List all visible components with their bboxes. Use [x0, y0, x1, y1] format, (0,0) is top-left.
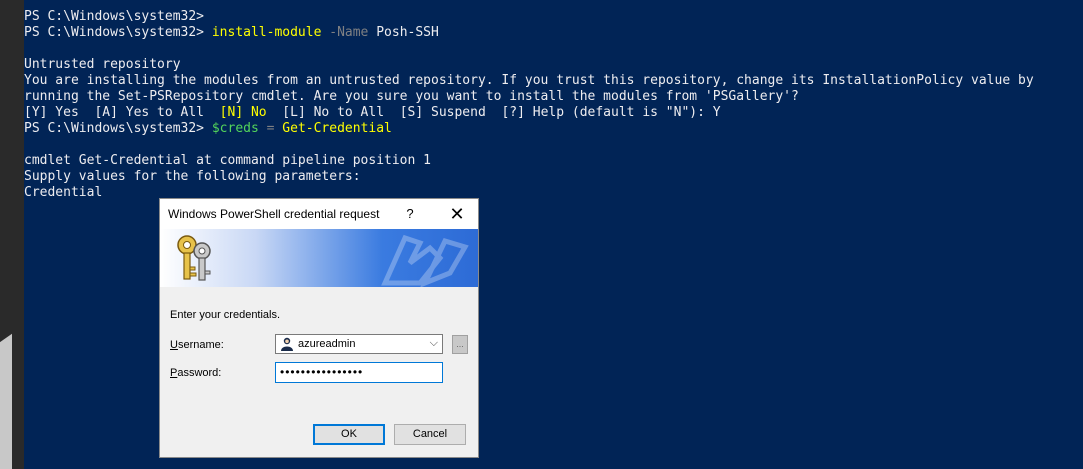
console-default-choice: [N] No [219, 105, 267, 120]
background-stripe [0, 333, 12, 469]
username-value: azureadmin [298, 338, 356, 350]
username-label-text: sername: [177, 339, 224, 351]
username-label-accesskey: U [170, 339, 178, 351]
chevron-down-icon[interactable]: ⌵ [430, 337, 438, 350]
console-command: Get-Credential [282, 121, 392, 136]
background-strip [0, 0, 24, 469]
console-text: [Y] Yes [A] Yes to All [24, 105, 220, 120]
console-line: Supply values for the following paramete… [24, 169, 361, 184]
console-variable: $creds [211, 121, 259, 136]
console-line: PS C:\Windows\system32> install-module -… [24, 25, 1083, 41]
console-argument: Posh-SSH [368, 25, 439, 40]
dialog-title: Windows PowerShell credential request [168, 207, 380, 221]
banner-decoration [381, 234, 469, 287]
username-combobox[interactable]: azureadmin ⌵ [275, 334, 443, 354]
console-prompt: PS C:\Windows\system32> [24, 121, 212, 136]
password-label: Password: [170, 367, 221, 379]
keys-icon [177, 235, 211, 281]
console-line: [Y] Yes [A] Yes to All [N] No [L] No to … [24, 105, 1083, 121]
ok-button[interactable]: OK [313, 424, 385, 445]
console-line-empty [24, 137, 1083, 153]
password-value: •••••••••••••••• [280, 365, 364, 379]
console-line: Untrusted repository [24, 57, 181, 72]
console-text: [L] No to All [S] Suspend [?] Help (defa… [266, 105, 721, 120]
console-line-empty [24, 41, 1083, 57]
dialog-titlebar[interactable]: Windows PowerShell credential request ? … [160, 199, 478, 229]
console-line: cmdlet Get-Credential at command pipelin… [24, 153, 431, 168]
console-prompt: PS C:\Windows\system32> [24, 25, 212, 40]
password-label-text: assword: [177, 367, 222, 379]
dialog-banner [160, 229, 478, 287]
browse-credentials-button[interactable]: ... [452, 335, 468, 354]
console-parameter: -Name [321, 25, 369, 40]
console-line: You are installing the modules from an u… [24, 73, 1034, 88]
console-line: PS C:\Windows\system32> $creds = Get-Cre… [24, 121, 1083, 137]
console-operator: = [258, 121, 283, 136]
cancel-button[interactable]: Cancel [394, 424, 466, 445]
username-label: Username: [170, 339, 224, 351]
help-button[interactable]: ? [400, 203, 420, 225]
user-icon [281, 337, 293, 351]
close-button[interactable]: ✕ [444, 202, 470, 226]
password-field[interactable]: •••••••••••••••• [275, 362, 443, 383]
console-line: running the Set-PSRepository cmdlet. Are… [24, 89, 799, 104]
console-line: PS C:\Windows\system32> [24, 9, 205, 24]
console-command: install-module [211, 25, 322, 40]
dialog-prompt: Enter your credentials. [170, 309, 281, 321]
credential-dialog: Windows PowerShell credential request ? … [159, 198, 479, 458]
